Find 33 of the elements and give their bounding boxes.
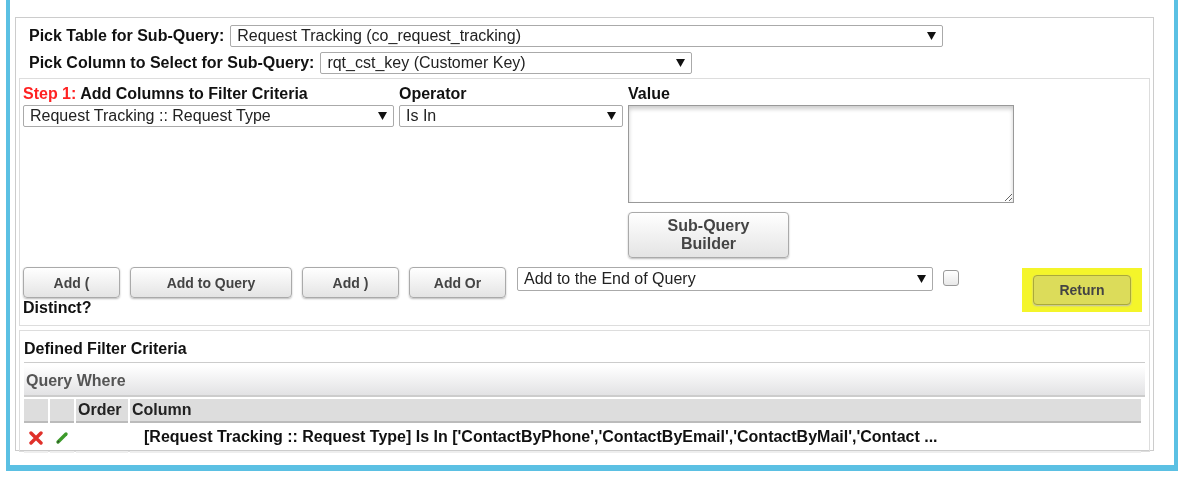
caret-icon [676,58,686,67]
header-cell [50,399,74,423]
delete-icon[interactable] [29,430,43,445]
group-header: Query Where [24,366,1145,397]
value-field[interactable] [628,105,1014,203]
field-label: Pick Table for Sub-Query: [29,26,225,45]
operator-label: Operator [399,84,468,104]
caret-icon [378,112,387,120]
distinct-checkbox[interactable] [943,270,959,286]
header-cell [24,399,48,423]
caret-icon [927,31,937,40]
sub-query-builder-button[interactable]: Sub-Query Builder [628,212,789,258]
column-header: Order [76,399,128,423]
add-button[interactable]: Add ) [302,267,399,298]
pencil-icon[interactable] [55,430,69,445]
table-dropdown[interactable]: Request Tracking (co_request_tracking) [230,24,944,47]
step-heading: Step 1: Add Columns to Filter Criteria [23,84,309,104]
add-button[interactable]: Add ( [23,267,120,298]
add-button[interactable]: Add to Query [130,267,292,298]
column-header: Column [130,399,1141,423]
position-dropdown[interactable]: Add to the End of Query [517,267,933,291]
add-button[interactable]: Add Or [409,267,506,298]
return-button[interactable]: Return [1033,275,1131,305]
column-dropdown[interactable]: Request Tracking :: Request Type [23,105,394,127]
table-cell: [Request Tracking :: Request Type] Is In ['ContactByPhone','ContactByEmail','ContactByMail','Contact ... [130,423,1141,453]
column-dropdown[interactable]: rqt_cst_key (Customer Key) [320,51,693,74]
distinct-label: Distinct? [23,299,93,317]
caret-icon [917,275,926,283]
field-label: Pick Column to Select for Sub-Query: [29,53,315,72]
value-label: Value [628,84,671,104]
operator-dropdown[interactable]: Is In [399,105,623,127]
caret-icon [607,112,616,120]
section-title: Defined Filter Criteria [24,335,1145,363]
